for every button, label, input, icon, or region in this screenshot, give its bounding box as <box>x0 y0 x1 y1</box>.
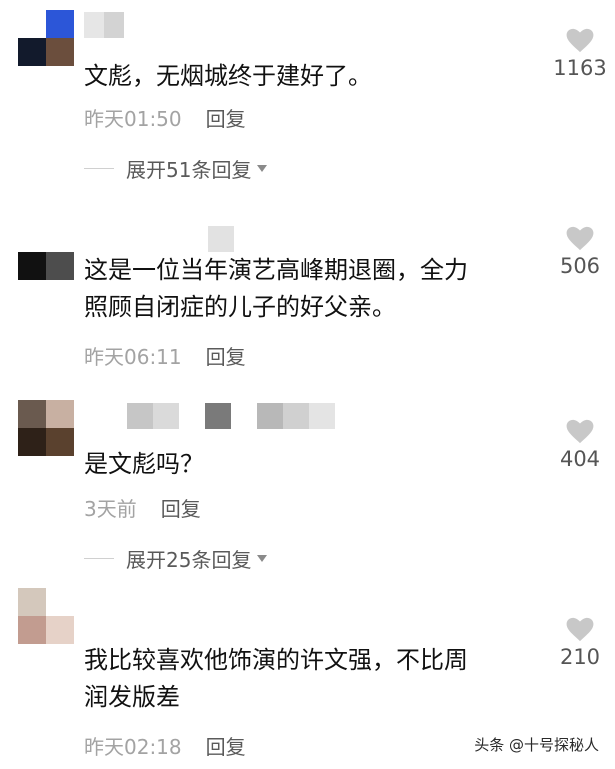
avatar[interactable] <box>18 400 74 456</box>
divider-dash <box>84 167 114 169</box>
reply-button[interactable]: 回复 <box>161 496 201 522</box>
expand-replies-button[interactable]: 展开25条回复 <box>84 545 268 572</box>
comment-meta: 昨天02:18 回复 <box>84 734 246 760</box>
caret-down-icon <box>257 554 268 562</box>
like-count: 210 <box>559 645 601 669</box>
comment-time: 昨天02:18 <box>84 735 182 759</box>
expand-replies-label: 展开25条回复 <box>126 547 252 572</box>
like-count: 506 <box>559 254 601 278</box>
like-button[interactable]: 506 <box>545 226 615 279</box>
expand-replies-button[interactable]: 展开51条回复 <box>84 155 268 182</box>
like-button[interactable]: 404 <box>545 419 615 472</box>
like-button[interactable]: 210 <box>545 617 615 670</box>
reply-button[interactable]: 回复 <box>206 734 246 760</box>
username[interactable] <box>84 12 124 38</box>
heart-icon <box>566 28 594 53</box>
reply-button[interactable]: 回复 <box>206 344 246 370</box>
avatar[interactable] <box>18 10 74 66</box>
like-count: 1163 <box>553 56 607 80</box>
comment-time: 昨天01:50 <box>84 107 182 131</box>
like-button[interactable]: 1163 <box>545 28 615 81</box>
heart-icon <box>566 226 594 251</box>
divider-dash <box>84 557 114 559</box>
avatar[interactable] <box>18 588 74 644</box>
comment-meta: 昨天01:50 回复 <box>84 106 246 132</box>
username[interactable] <box>208 226 234 252</box>
comment-text: 是文彪吗？ <box>84 450 204 478</box>
like-count: 404 <box>559 447 601 471</box>
comment-time: 昨天06:11 <box>84 345 182 369</box>
caret-down-icon <box>257 164 268 172</box>
heart-icon <box>566 419 594 444</box>
expand-replies-label: 展开51条回复 <box>126 157 252 182</box>
watermark: 头条 @十号探秘人 <box>474 736 599 754</box>
avatar[interactable] <box>18 224 74 280</box>
comment-text: 这是一位当年演艺高峰期退圈，全力 照顾自闭症的儿子的好父亲。 <box>84 256 468 321</box>
comment-time: 3天前 <box>84 497 137 521</box>
comment-meta: 3天前 回复 <box>84 496 201 522</box>
comment-text: 我比较喜欢他饰演的许文强，不比周 润发版差 <box>84 646 468 711</box>
username[interactable] <box>127 403 335 429</box>
comment-meta: 昨天06:11 回复 <box>84 344 246 370</box>
comment-text: 文彪，无烟城终于建好了。 <box>84 62 372 90</box>
reply-button[interactable]: 回复 <box>206 106 246 132</box>
heart-icon <box>566 617 594 642</box>
